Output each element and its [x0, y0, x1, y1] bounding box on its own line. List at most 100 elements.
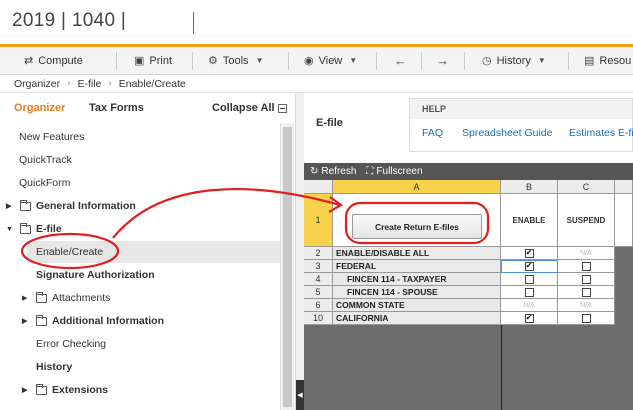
fullscreen-button[interactable]: ⛶ Fullscreen: [366, 166, 422, 177]
printer-icon: ▣: [134, 55, 145, 67]
row-number: 3: [304, 260, 333, 273]
compute-label: Compute: [38, 54, 83, 67]
toolbar-divider: [288, 52, 289, 70]
enable-cell: [501, 286, 558, 299]
row-number: 5: [304, 286, 333, 299]
column-header-c[interactable]: C: [558, 180, 615, 194]
enable-california-checkbox[interactable]: ✔: [524, 313, 534, 323]
forward-button[interactable]: →: [436, 47, 449, 74]
sidebar-item-quickform[interactable]: QuickForm: [19, 172, 70, 194]
column-header-a[interactable]: A: [333, 180, 501, 194]
suspend-cell: [558, 273, 615, 286]
collapse-all-button[interactable]: Collapse All: [212, 102, 287, 114]
column-header-b[interactable]: B: [501, 180, 558, 194]
arrow-right-icon: →: [436, 53, 449, 68]
sidebar-item-additional-information[interactable]: ▶ Additional Information: [22, 310, 164, 332]
main-panel: E-file HELP FAQ Spreadsheet Guide Estima…: [304, 93, 633, 410]
main-toolbar: ⇄ Compute ▣ Print ⚙ Tools ▼ ◉ View ▼ ← →…: [0, 47, 633, 75]
enable-cell: [501, 273, 558, 286]
toolbar-divider: [376, 52, 377, 70]
resources-button[interactable]: ▤ Resou: [584, 47, 631, 74]
row-label: FINCEN 114 - SPOUSE: [333, 286, 501, 299]
chevron-down-icon: ▼: [537, 56, 546, 65]
enable-cell: ✔: [501, 312, 558, 325]
breadcrumb-organizer[interactable]: Organizer: [14, 78, 60, 90]
enable-federal-checkbox[interactable]: ✔: [524, 261, 534, 271]
row-number: 4: [304, 273, 333, 286]
tools-label: Tools: [222, 54, 249, 67]
folder-icon: [20, 222, 31, 234]
sidebar-item-label: Enable/Create: [36, 246, 104, 258]
history-label: History: [496, 54, 531, 67]
history-button[interactable]: ◷ History ▼: [482, 47, 546, 74]
suspend-cell: N/A: [558, 299, 615, 312]
sidebar-tabs: Organizer Tax Forms Collapse All: [0, 93, 295, 123]
collapse-sidebar-icon[interactable]: ◀: [296, 380, 304, 410]
expand-arrow-icon[interactable]: ▶: [6, 202, 16, 210]
briefcase-icon: ▤: [584, 55, 595, 67]
help-link-faq[interactable]: FAQ: [422, 127, 443, 139]
expand-arrow-icon[interactable]: ▶: [22, 317, 32, 325]
breadcrumb-efile[interactable]: E-file: [77, 78, 101, 90]
tab-tax-forms[interactable]: Tax Forms: [89, 102, 144, 114]
create-return-efiles-button[interactable]: Create Return E-files: [352, 214, 482, 239]
chevron-right-icon: ›: [67, 78, 71, 89]
sidebar-item-quicktrack[interactable]: QuickTrack: [19, 149, 72, 171]
sidebar-item-signature-authorization[interactable]: Signature Authorization: [36, 264, 155, 286]
app-title: 2019 | 1040 |: [12, 10, 127, 31]
view-button[interactable]: ◉ View ▼: [304, 47, 357, 74]
arrow-left-icon: ←: [394, 53, 407, 68]
tools-button[interactable]: ⚙ Tools ▼: [208, 47, 263, 74]
sidebar-item-general-information[interactable]: ▶ General Information: [6, 195, 136, 217]
row-label: FINCEN 114 - TAXPAYER: [333, 273, 501, 286]
folder-icon: [20, 199, 31, 211]
refresh-button[interactable]: ↻ Refresh: [310, 166, 356, 177]
suspend-federal-checkbox[interactable]: [581, 261, 591, 271]
compute-button[interactable]: ⇄ Compute: [24, 47, 83, 74]
row-number: 6: [304, 299, 333, 312]
sidebar-item-label: Additional Information: [52, 315, 164, 327]
sidebar-item-history[interactable]: History: [36, 356, 72, 378]
sidebar-item-label: E-file: [36, 223, 62, 235]
sidebar-scrollbar[interactable]: [280, 123, 294, 410]
help-link-spreadsheet-guide[interactable]: Spreadsheet Guide: [462, 127, 552, 139]
column-header-d: [615, 180, 633, 194]
enable-all-checkbox[interactable]: ✔: [524, 248, 534, 258]
na-text: N/A: [580, 249, 592, 257]
sidebar-item-enable-create[interactable]: Enable/Create: [27, 241, 280, 263]
sidebar-item-efile[interactable]: ▼ E-file: [6, 218, 62, 240]
collapse-all-label: Collapse All: [212, 102, 275, 114]
enable-fincen-spouse-checkbox[interactable]: [524, 287, 534, 297]
suspend-cell: [558, 260, 615, 273]
sidebar-item-label: Signature Authorization: [36, 269, 155, 281]
gear-icon: ⚙: [208, 55, 218, 67]
expand-arrow-icon[interactable]: ▶: [22, 294, 32, 302]
enable-fincen-taxpayer-checkbox[interactable]: [524, 274, 534, 284]
sidebar-item-error-checking[interactable]: Error Checking: [36, 333, 106, 355]
sidebar-item-new-features[interactable]: New Features: [19, 126, 84, 148]
expand-arrow-icon[interactable]: ▶: [22, 386, 32, 394]
enable-column-heading: ENABLE: [501, 194, 558, 247]
tab-organizer[interactable]: Organizer: [14, 102, 65, 114]
scrollbar-thumb[interactable]: [283, 127, 292, 407]
grid-toolbar: ↻ Refresh ⛶ Fullscreen: [304, 163, 633, 180]
suspend-cell: N/A: [558, 247, 615, 260]
resources-label: Resou: [599, 54, 632, 67]
sidebar-item-attachments[interactable]: ▶ Attachments: [22, 287, 110, 309]
sidebar-splitter[interactable]: ◀: [296, 93, 304, 410]
toolbar-divider: [568, 52, 569, 70]
help-header: HELP: [410, 99, 632, 119]
sidebar-item-label: QuickTrack: [19, 154, 72, 166]
collapse-arrow-icon[interactable]: ▼: [6, 226, 16, 233]
title-bar: 2019 | 1040 |: [0, 0, 633, 44]
suspend-fincen-spouse-checkbox[interactable]: [581, 287, 591, 297]
suspend-california-checkbox[interactable]: [581, 313, 591, 323]
print-button[interactable]: ▣ Print: [134, 47, 172, 74]
sidebar-item-extensions[interactable]: ▶ Extensions: [22, 379, 108, 401]
toolbar-divider: [421, 52, 422, 70]
help-link-estimates-efile[interactable]: Estimates E-file: [569, 127, 633, 139]
na-text: N/A: [580, 301, 592, 309]
suspend-fincen-taxpayer-checkbox[interactable]: [581, 274, 591, 284]
back-button[interactable]: ←: [394, 47, 407, 74]
refresh-icon: ↻: [310, 166, 319, 177]
